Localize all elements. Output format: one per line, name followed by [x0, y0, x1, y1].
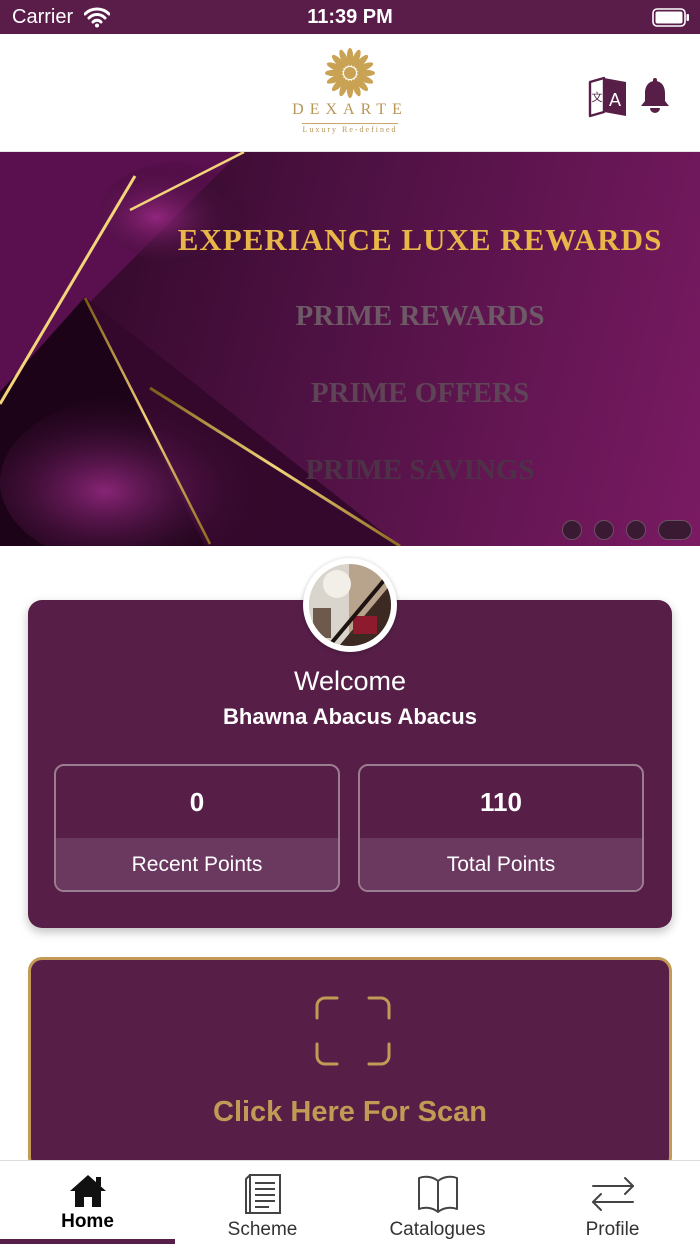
brand-tagline: Luxury Re-defined	[302, 123, 398, 134]
total-points-box[interactable]: 110 Total Points	[358, 764, 644, 892]
tab-active-indicator	[0, 1239, 175, 1244]
tab-profile[interactable]: Profile	[525, 1161, 700, 1244]
banner-headline: EXPERIANCE LUXE REWARDS	[177, 222, 663, 257]
scan-frame-icon	[315, 996, 391, 1066]
brand-logo: DEXARTE Luxury Re-defined	[270, 48, 430, 142]
battery-icon	[652, 8, 689, 27]
recent-points-box[interactable]: 0 Recent Points	[54, 764, 340, 892]
tab-profile-label: Profile	[585, 1219, 640, 1240]
document-icon	[244, 1174, 281, 1214]
banner-line-prime-rewards: PRIME REWARDS	[295, 300, 545, 332]
clock: 11:39 PM	[307, 6, 393, 28]
status-bar: Carrier 11:39 PM	[0, 0, 700, 34]
carousel-dot[interactable]	[562, 520, 582, 540]
tab-catalogues[interactable]: Catalogues	[350, 1161, 525, 1244]
total-points-label: Total Points	[360, 838, 642, 890]
flower-logo-icon	[325, 48, 375, 98]
recent-points-label: Recent Points	[56, 838, 338, 890]
avatar[interactable]	[303, 558, 397, 652]
total-points-value: 110	[480, 787, 522, 817]
bell-icon[interactable]	[638, 78, 672, 114]
welcome-title: Welcome	[293, 666, 407, 696]
book-icon	[417, 1175, 458, 1213]
translate-icon[interactable]: A 文	[586, 74, 630, 118]
banner-line-prime-savings: PRIME SAVINGS	[305, 454, 535, 486]
avatar-photo	[309, 564, 391, 646]
tab-home-label: Home	[61, 1211, 114, 1232]
carousel-dot[interactable]	[594, 520, 614, 540]
banner-line-prime-offers: PRIME OFFERS	[310, 377, 530, 409]
brand-name: DEXARTE	[292, 101, 408, 118]
app-header: DEXARTE Luxury Re-defined A 文	[0, 34, 700, 152]
carousel-pagination	[562, 520, 692, 540]
tab-scheme[interactable]: Scheme	[175, 1161, 350, 1244]
user-name: Bhawna Abacus Abacus	[223, 704, 477, 729]
svg-text:文: 文	[592, 90, 603, 104]
home-icon	[69, 1175, 106, 1207]
rewards-banner[interactable]: EXPERIANCE LUXE REWARDS PRIME REWARDS PR…	[0, 152, 700, 546]
swap-arrows-icon	[591, 1177, 634, 1211]
carousel-dot[interactable]	[626, 520, 646, 540]
svg-text:A: A	[609, 90, 621, 110]
tab-scheme-label: Scheme	[227, 1219, 298, 1240]
scan-card[interactable]: Click Here For Scan	[28, 957, 672, 1171]
carousel-dot-active[interactable]	[658, 520, 692, 540]
tab-catalogues-label: Catalogues	[389, 1219, 486, 1240]
bottom-tab-bar: Home Scheme Catalogues Profile	[0, 1160, 700, 1244]
tab-home[interactable]: Home	[0, 1161, 175, 1244]
scan-button-label: Click Here For Scan	[213, 1096, 487, 1128]
recent-points-value: 0	[189, 787, 205, 817]
